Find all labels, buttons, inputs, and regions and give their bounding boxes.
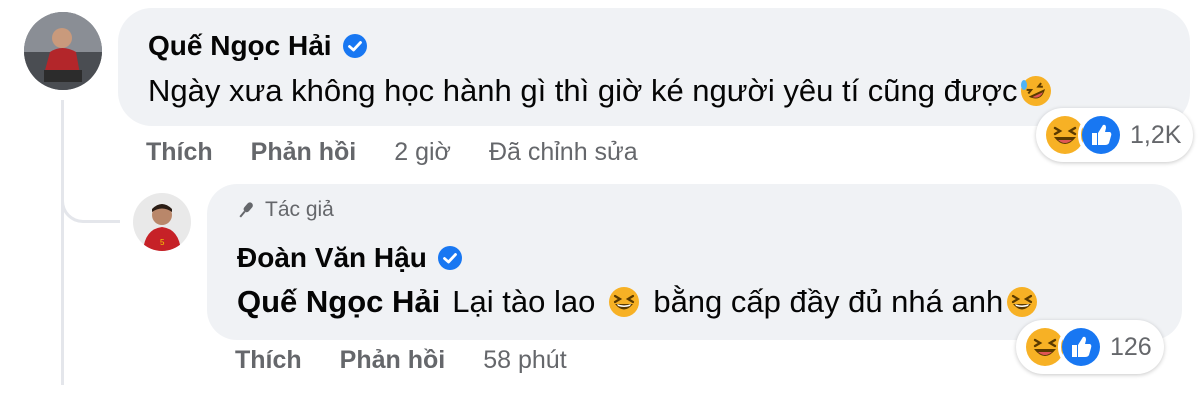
comment-author-name[interactable]: Quế Ngọc Hải [148, 30, 332, 62]
reply-button[interactable]: Phản hồi [340, 346, 446, 375]
reply-author-row: Đoàn Văn Hậu [237, 242, 463, 274]
reply-button[interactable]: Phản hồi [251, 138, 357, 167]
rolling-laughing-emoji-icon [1019, 74, 1053, 108]
edited-label: Đã chỉnh sửa [488, 138, 638, 166]
like-button[interactable]: Thích [146, 138, 213, 167]
mention-link[interactable]: Quế Ngọc Hải [237, 284, 440, 320]
comment-author-row: Quế Ngọc Hải [148, 30, 368, 62]
reply-bubble: Tác giả Đoàn Văn Hậu Quế Ngọc Hải Lại tà… [207, 184, 1182, 340]
like-button[interactable]: Thích [235, 346, 302, 375]
verified-badge-icon [437, 245, 463, 271]
comment-timestamp[interactable]: 2 giờ [394, 138, 451, 167]
reply-text-part1: Lại tào lao [452, 284, 596, 319]
avatar[interactable] [24, 12, 102, 90]
reply-reaction-count: 126 [1110, 332, 1152, 361]
reply-reaction-summary[interactable]: 126 [1016, 320, 1164, 374]
verified-badge-icon [342, 33, 368, 59]
reply-text-row: Quế Ngọc Hải Lại tào lao bằng cấp đầy đủ… [237, 284, 1045, 320]
comment-bubble: Quế Ngọc Hải Ngày xưa không học hành gì … [118, 8, 1190, 126]
comment-text: Ngày xưa không học hành gì thì giờ ké ng… [148, 73, 1018, 108]
grinning-squinting-emoji-icon [1005, 285, 1039, 319]
author-badge: Tác giả [235, 198, 334, 222]
comment-actions: Thích Phản hồi 2 giờ Đã chỉnh sửa [146, 138, 638, 167]
like-reaction-icon [1058, 324, 1104, 370]
microphone-icon [239, 202, 253, 218]
reply-timestamp[interactable]: 58 phút [483, 346, 566, 375]
grinning-squinting-emoji-icon [607, 285, 641, 319]
comment-text-row: Ngày xưa không học hành gì thì giờ ké ng… [148, 73, 1059, 109]
reply-text-part2: bằng cấp đầy đủ nhá anh [653, 284, 1004, 319]
thread-line [61, 100, 64, 385]
like-reaction-icon [1078, 112, 1124, 158]
reply-actions: Thích Phản hồi 58 phút [235, 346, 567, 375]
reaction-count: 1,2K [1130, 120, 1182, 149]
reply-avatar[interactable]: 5 [133, 193, 191, 251]
reply-author-name[interactable]: Đoàn Văn Hậu [237, 242, 427, 274]
author-badge-label: Tác giả [265, 198, 334, 221]
reaction-summary[interactable]: 1,2K [1036, 108, 1194, 162]
svg-text:5: 5 [160, 238, 165, 247]
reply-connector [61, 160, 120, 223]
